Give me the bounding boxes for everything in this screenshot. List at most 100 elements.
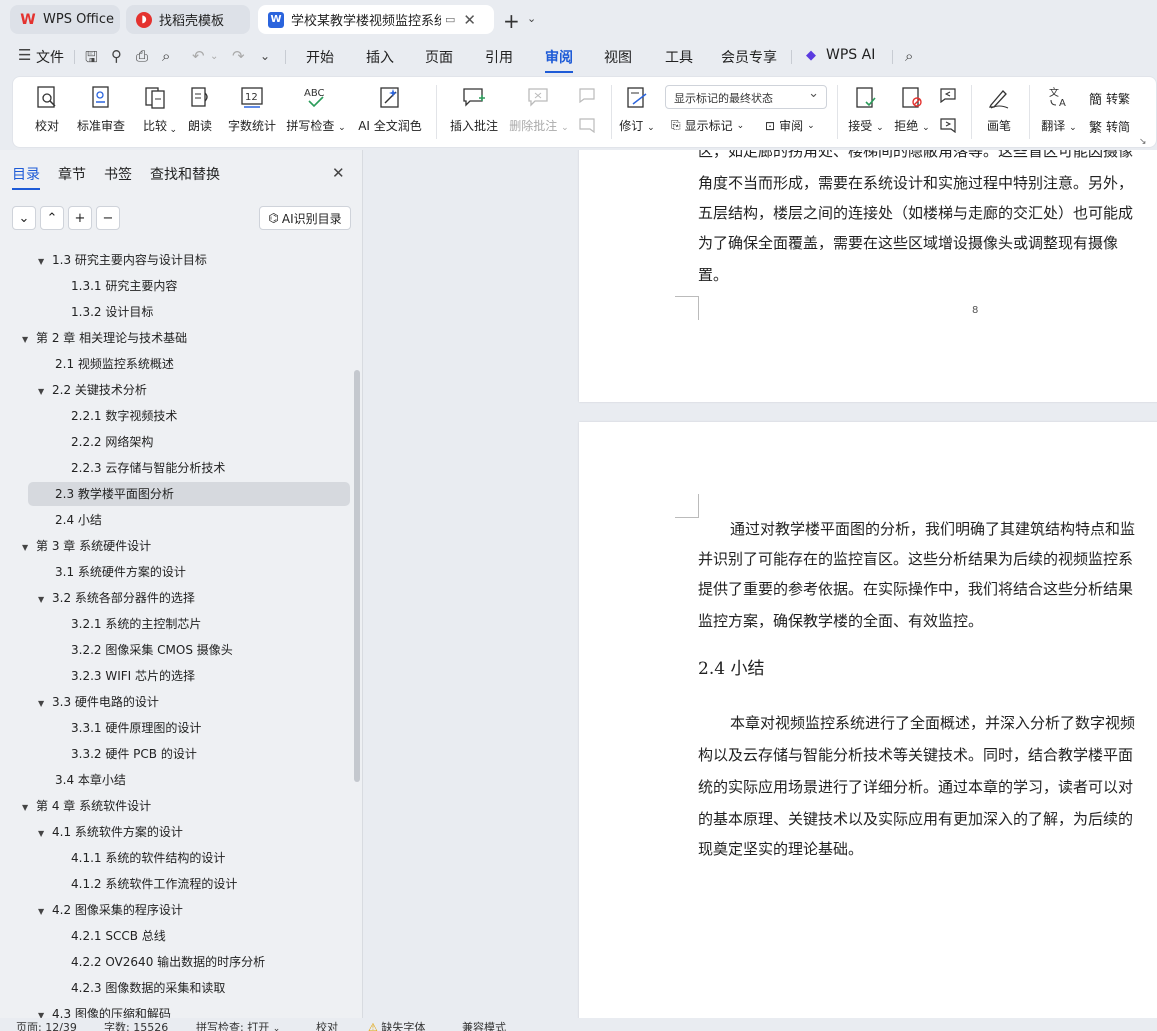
menu-file[interactable]: 文件 [36,47,64,67]
tab-wps-office[interactable]: W WPS Office [10,5,120,34]
toc-item[interactable]: 4.2.1 SCCB 总线 [71,924,166,948]
missing-font-status[interactable]: ⚠ 缺失字体 [368,1019,425,1031]
toc-item[interactable]: ▼ 4.2 图像采集的程序设计 [38,898,183,922]
tab-chapter[interactable]: 章节 [58,164,86,184]
toc-item[interactable]: ▼ 3.2 系统各部分器件的选择 [38,586,195,610]
pen-button[interactable]: 画笔 [981,77,1017,149]
close-tab-icon[interactable]: ✕ [463,11,476,29]
toc-item[interactable]: 2.1 视频监控系统概述 [55,352,174,376]
delete-comment-button[interactable]: 删除批注 ⌄ [509,77,569,149]
toc-item[interactable]: ▼ 第 3 章 系统硬件设计 [22,534,151,558]
redo-icon[interactable]: ↷ [232,47,245,65]
spell-check-status[interactable]: 拼写检查: 打开 ⌄ [196,1019,280,1031]
proof-status[interactable]: 校对 [316,1019,338,1031]
toc-item[interactable]: ▼ 2.2 关键技术分析 [38,378,147,402]
tab-find-replace[interactable]: 查找和替换 [150,164,220,184]
toc-item[interactable]: ▼ 4.1 系统软件方案的设计 [38,820,183,844]
collapse-triangle-icon[interactable]: ▼ [38,250,52,274]
toc-item[interactable]: ▼ 1.3 研究主要内容与设计目标 [38,248,207,272]
word-count-status[interactable]: 字数: 15526 [104,1019,168,1031]
menu-page[interactable]: 页面 [425,47,453,67]
toc-item[interactable]: 3.1 系统硬件方案的设计 [55,560,186,584]
menu-wps-ai[interactable]: WPS AI [826,47,875,63]
toc-item[interactable]: 1.3.1 研究主要内容 [71,274,177,298]
toc-item[interactable]: 3.2.2 图像采集 CMOS 摄像头 [71,638,233,662]
prev-comment-icon[interactable] [578,87,596,103]
collapse-triangle-icon[interactable]: ▼ [38,900,52,924]
toc-item[interactable]: ▼ 第 2 章 相关理论与技术基础 [22,326,187,350]
chevron-down-icon[interactable]: ⌄ [210,51,218,62]
menu-review[interactable]: 审阅 [545,47,573,73]
chevron-down-icon[interactable]: ⌄ [527,12,536,25]
toc-item[interactable]: 4.1.2 系统软件工作流程的设计 [71,872,237,896]
standard-review-button[interactable]: 标准审查 [75,77,127,149]
search-icon[interactable]: ⌕ [905,47,913,65]
toc-item[interactable]: ▼ 4.3 图像的压缩和解码 [38,1002,171,1018]
prev-change-icon[interactable] [939,87,957,103]
toc-item[interactable]: 4.1.1 系统的软件结构的设计 [71,846,225,870]
expand-down-button[interactable]: ⌄ [12,206,36,230]
toc-item[interactable]: 4.2.2 OV2640 输出数据的时序分析 [71,950,265,974]
pane-scrollbar[interactable] [354,370,360,782]
undo-icon[interactable]: ↶ [192,47,205,65]
toc-item[interactable]: ▼ 第 4 章 系统软件设计 [22,794,151,818]
toc-item[interactable]: 3.3.1 硬件原理图的设计 [71,716,201,740]
hamburger-icon[interactable]: ☰ [18,46,31,64]
toc-item[interactable]: 3.2.1 系统的主控制芯片 [71,612,201,636]
toc-item[interactable]: ▼ 3.3 硬件电路的设计 [38,690,159,714]
collapse-triangle-icon[interactable]: ▼ [38,588,52,612]
menu-member[interactable]: 会员专享 [721,47,777,67]
expand-ribbon-icon[interactable]: ↘ [1139,137,1147,147]
accept-button[interactable]: 接受 ⌄ [847,77,885,149]
collapse-up-button[interactable]: ⌃ [40,206,64,230]
page-indicator[interactable]: 页面: 12/39 [16,1019,77,1031]
print-icon[interactable]: ⎙ [136,47,148,65]
translate-button[interactable]: 文A 翻译 ⌄ [1039,77,1079,149]
close-pane-icon[interactable]: ✕ [332,164,345,182]
proofread-button[interactable]: 校对 [29,77,65,149]
insert-comment-button[interactable]: 插入批注 [447,77,501,149]
toc-item[interactable]: 2.2.1 数字视频技术 [71,404,177,428]
tab-template[interactable]: ◗ 找稻壳模板 [126,5,250,34]
compare-button[interactable]: 比较 ⌄ [135,77,177,149]
to-simplified-button[interactable]: 繁转简 [1089,117,1130,136]
markup-state-dropdown[interactable]: 显示标记的最终状态 [665,85,827,109]
collapse-triangle-icon[interactable]: ▼ [22,796,36,820]
collapse-triangle-icon[interactable]: ▼ [38,822,52,846]
more-chevron-icon[interactable]: ⌄ [260,49,270,63]
next-comment-icon[interactable] [578,117,596,133]
tab-bookmark[interactable]: 书签 [104,164,132,184]
tab-document[interactable]: W 学校某教学楼视频监控系统的 ▭ ✕ [258,5,494,34]
monitor-icon[interactable]: ▭ [445,13,455,26]
menu-insert[interactable]: 插入 [366,47,394,67]
print-preview-icon[interactable]: ⌕ [162,47,170,65]
review-pane-button[interactable]: ⊡ 审阅 ⌄ [765,117,815,134]
toc-item[interactable]: 3.2.3 WIFI 芯片的选择 [71,664,195,688]
menu-start[interactable]: 开始 [306,47,334,67]
remove-heading-button[interactable]: − [96,206,120,230]
toc-item[interactable]: 1.3.2 设计目标 [71,300,153,324]
word-count-button[interactable]: 12 字数统计 [225,77,279,149]
menu-view[interactable]: 视图 [604,47,632,67]
ai-polish-button[interactable]: AI 全文润色 [355,77,425,149]
save-icon[interactable]: 🖫 [85,47,98,72]
toc-item-selected[interactable]: 2.3 教学楼平面图分析 [28,482,350,506]
show-markup-button[interactable]: ⎘ 显示标记 ⌄ [671,117,744,134]
menu-tools[interactable]: 工具 [665,47,693,67]
track-changes-button[interactable]: 修订 ⌄ [619,77,655,149]
collapse-triangle-icon[interactable]: ▼ [38,692,52,716]
ai-toc-button[interactable]: ⌬ AI识别目录 [259,206,351,230]
next-change-icon[interactable] [939,117,957,133]
toc-item[interactable]: 4.2.3 图像数据的采集和读取 [71,976,225,1000]
toc-item[interactable]: 2.2.2 网络架构 [71,430,153,454]
collapse-triangle-icon[interactable]: ▼ [38,380,52,404]
toc-item[interactable]: 2.4 小结 [55,508,102,532]
add-heading-button[interactable]: + [68,206,92,230]
collapse-triangle-icon[interactable]: ▼ [22,536,36,560]
share-icon[interactable]: ⚲ [111,47,122,65]
spell-check-button[interactable]: ABC 拼写检查 ⌄ [286,77,345,149]
read-aloud-button[interactable]: 朗读 [185,77,215,149]
menu-reference[interactable]: 引用 [485,47,513,67]
toc-item[interactable]: 2.2.3 云存储与智能分析技术 [71,456,225,480]
reject-button[interactable]: 拒绝 ⌄ [893,77,931,149]
